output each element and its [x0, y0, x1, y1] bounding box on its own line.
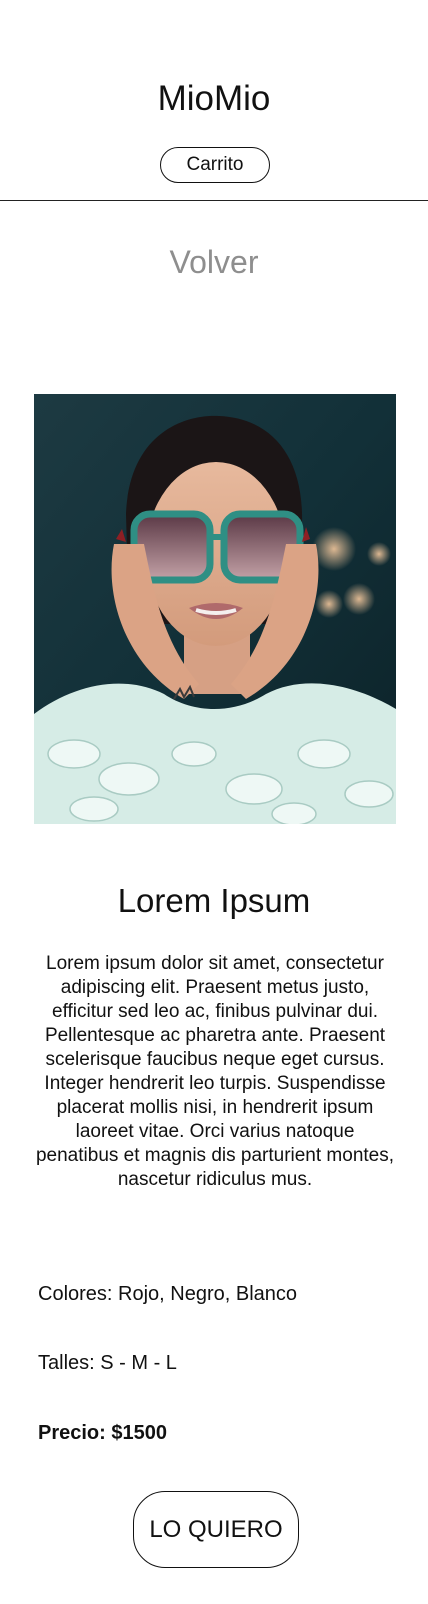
back-link[interactable]: Volver	[0, 242, 428, 282]
product-image	[34, 394, 396, 824]
product-sizes: Talles: S - M - L	[38, 1352, 177, 1374]
brand-title: MioMio	[157, 79, 271, 118]
product-price: Precio: $1500	[38, 1422, 167, 1444]
buy-button[interactable]: LO QUIERO	[133, 1491, 299, 1568]
product-title: Lorem Ipsum	[117, 882, 311, 919]
product-colors: Colores: Rojo, Negro, Blanco	[38, 1283, 298, 1305]
product-description: Lorem ipsum dolor sit amet, consectetur …	[35, 953, 395, 1190]
cart-button[interactable]: Carrito	[160, 147, 270, 183]
product-photo	[34, 394, 396, 824]
header-divider	[0, 200, 428, 201]
